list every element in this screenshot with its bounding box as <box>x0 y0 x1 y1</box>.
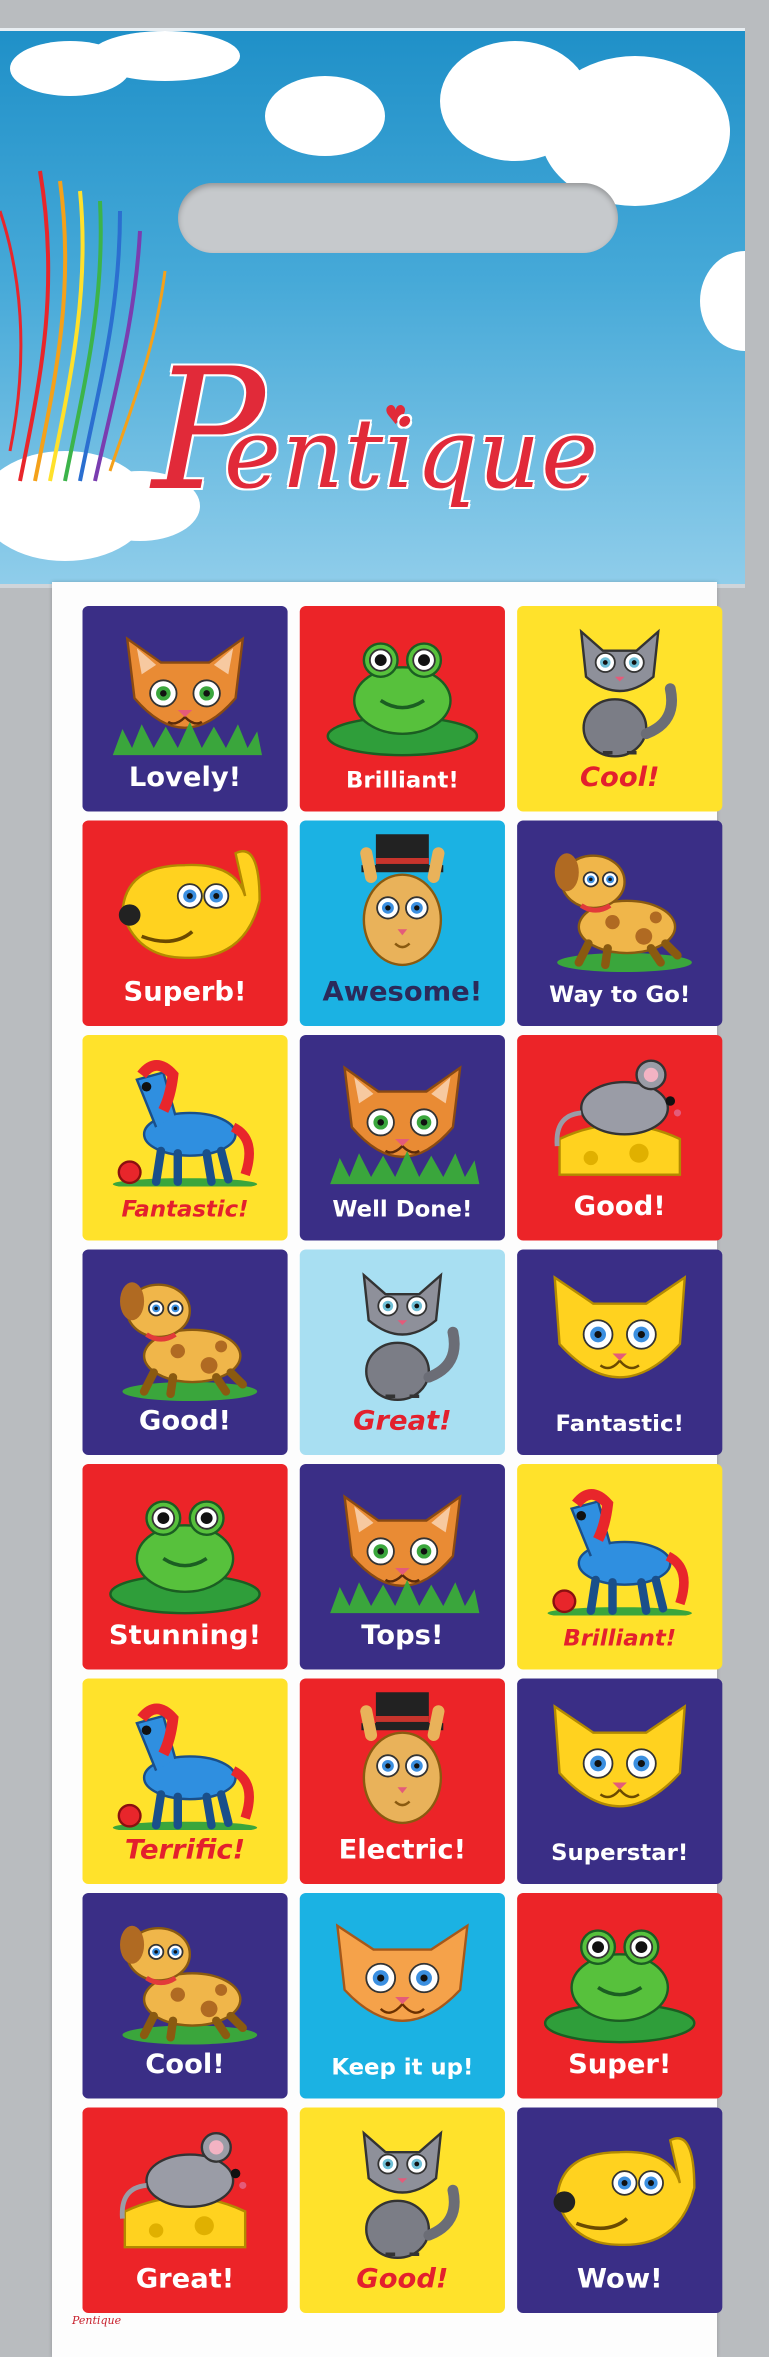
sticker: Cool! <box>82 1893 288 2099</box>
grey-kitten-icon <box>535 615 704 758</box>
sticker: Good! <box>82 1249 288 1455</box>
dog-head-icon <box>535 2117 704 2260</box>
sticker: Great! <box>299 1249 505 1455</box>
rabbit-top-hat-icon <box>318 1688 487 1831</box>
yellow-cat-face-icon <box>535 1688 704 1831</box>
sticker-label: Stunning! <box>108 1620 262 1652</box>
sticker-label: Brilliant! <box>563 1624 677 1652</box>
sticker-label: Wow! <box>576 2263 663 2296</box>
sticker-label: Brilliant! <box>345 766 459 794</box>
puppy-icon <box>101 1902 270 2045</box>
mouse-cheese-icon <box>535 1044 704 1187</box>
sticker: Good! <box>517 1035 723 1241</box>
dog-head-icon <box>101 830 270 973</box>
sticker-label: Great! <box>353 1405 452 1438</box>
mouse-cheese-icon <box>101 2117 270 2260</box>
logo-text: entique <box>224 398 600 510</box>
sticker-label: Good! <box>138 1405 232 1438</box>
sticker: Electric! <box>299 1678 505 1884</box>
sticker: Good! <box>299 2107 505 2313</box>
sticker-label: Great! <box>135 2263 235 2296</box>
sticker: Tops! <box>299 1464 505 1670</box>
sticker-label: Good! <box>573 1191 666 1223</box>
cloud-decoration <box>700 251 745 351</box>
sticker: Superstar! <box>517 1678 723 1884</box>
sticker-label: Way to Go! <box>549 981 691 1008</box>
footer-logo: Pentique <box>72 2314 122 2327</box>
puppy-icon <box>535 830 704 972</box>
sticker: Keep it up! <box>299 1893 505 2099</box>
frog-icon <box>101 1473 270 1616</box>
sticker-label: Tops! <box>361 1620 444 1652</box>
sticker-sheet: Lovely! Brilliant! Cool! Superb! Awesome… <box>52 582 723 2357</box>
sticker-label: Electric! <box>338 1834 467 1867</box>
sticker: Fantastic! <box>82 1035 288 1241</box>
sticker: Well Done! <box>299 1035 505 1241</box>
sticker: Super! <box>517 1893 723 2099</box>
sticker-label: Super! <box>568 2049 672 2081</box>
sticker: Terrific! <box>82 1678 288 1884</box>
yellow-cat-face-icon <box>535 1259 704 1402</box>
grey-kitten-icon <box>318 2117 487 2259</box>
cat-face-icon <box>101 615 270 758</box>
sticker-label: Keep it up! <box>331 2053 474 2081</box>
sticker-label: Well Done! <box>332 1195 473 1223</box>
puppy-icon <box>101 1259 270 1401</box>
sticker-label: Terrific! <box>124 1834 246 1867</box>
pony-icon <box>101 1688 270 1834</box>
sticker-label: Superstar! <box>551 1839 689 1866</box>
sticker-label: Cool! <box>145 2049 225 2081</box>
sticker: Cool! <box>517 606 723 812</box>
sticker: Brilliant! <box>299 606 505 812</box>
hang-hole <box>178 183 618 253</box>
orange-cat-face-icon <box>318 1902 487 2045</box>
frog-icon <box>535 1902 704 2045</box>
rabbit-top-hat-icon <box>318 830 487 973</box>
sticker: Stunning! <box>82 1464 288 1670</box>
header-card: P ♥ entique <box>0 28 745 588</box>
sticker: Brilliant! <box>517 1464 723 1670</box>
sticker: Wow! <box>517 2107 723 2313</box>
sticker-label: Lovely! <box>128 762 242 794</box>
sticker: Way to Go! <box>517 820 723 1026</box>
pony-icon <box>101 1044 270 1191</box>
cloud-decoration <box>265 76 385 156</box>
sticker: Awesome! <box>299 820 505 1026</box>
sticker: Fantastic! <box>517 1249 723 1455</box>
sticker: Superb! <box>82 820 288 1026</box>
rainbow-streamers-icon <box>0 170 167 482</box>
cat-face-icon <box>318 1473 487 1616</box>
sticker-label: Fantastic! <box>121 1195 249 1223</box>
sticker: Great! <box>82 2107 288 2313</box>
grey-kitten-icon <box>318 1259 487 1401</box>
sticker-label: Fantastic! <box>555 1410 684 1437</box>
sticker-label: Superb! <box>123 976 247 1009</box>
sticker-label: Cool! <box>579 762 660 794</box>
sticker-label: Good! <box>356 2263 449 2296</box>
brand-logo: P ♥ entique <box>152 346 632 556</box>
cloud-decoration <box>90 31 240 81</box>
sticker: Lovely! <box>82 606 288 812</box>
sticker-label: Awesome! <box>322 976 483 1009</box>
pony-icon <box>535 1473 704 1620</box>
frog-icon <box>318 615 487 758</box>
cat-face-icon <box>318 1044 487 1187</box>
